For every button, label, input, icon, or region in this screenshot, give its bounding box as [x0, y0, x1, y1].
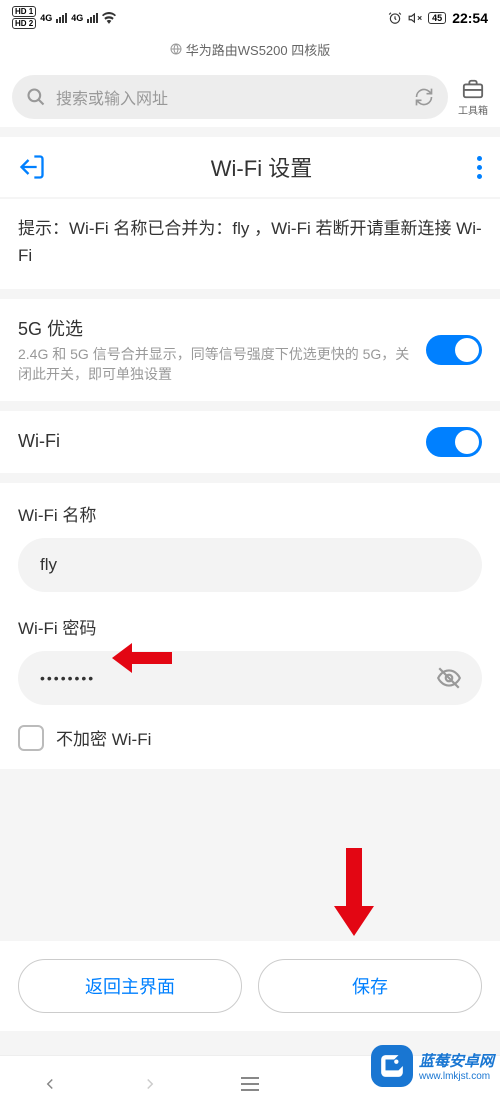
alarm-icon	[388, 11, 402, 25]
toggle-5g[interactable]	[426, 335, 482, 365]
hd-badge-1: HD 1	[12, 6, 36, 17]
checkbox-no-encrypt[interactable]	[18, 725, 44, 751]
search-placeholder: 搜索或输入网址	[56, 85, 168, 109]
search-icon	[26, 87, 46, 107]
wifi-form: Wi-Fi 名称 fly Wi-Fi 密码 •••••••• 不加密 Wi-Fi	[0, 483, 500, 769]
no-encrypt-row[interactable]: 不加密 Wi-Fi	[18, 725, 482, 751]
nav-back-icon[interactable]	[41, 1075, 59, 1093]
action-buttons: 返回主界面 保存	[0, 941, 500, 1031]
watermark-url: www.lmkjst.com	[419, 1071, 494, 1082]
toolbox-button[interactable]: 工具箱	[458, 78, 488, 117]
eye-off-icon[interactable]	[436, 665, 462, 691]
nav-menu-icon[interactable]	[241, 1077, 259, 1091]
nav-forward-icon[interactable]	[141, 1075, 159, 1093]
watermark: 蓝莓安卓网 www.lmkjst.com	[371, 1045, 494, 1087]
network-1: 4G	[40, 13, 52, 23]
status-bar: HD 1 HD 2 4G 4G 45 22:54	[0, 0, 500, 35]
mute-icon	[408, 11, 422, 25]
setting-5g-desc: 2.4G 和 5G 信号合并显示，同等信号强度下优选更快的 5G，关闭此开关，即…	[18, 345, 414, 384]
wifi-name-label: Wi-Fi 名称	[18, 501, 482, 526]
app-header: Wi-Fi 设置	[0, 137, 500, 197]
signal-icon	[56, 13, 67, 23]
menu-dots-icon[interactable]	[477, 156, 482, 179]
watermark-title: 蓝莓安卓网	[419, 1050, 494, 1071]
page-url-title: 华为路由WS5200 四核版	[0, 35, 500, 67]
wifi-name-input[interactable]: fly	[18, 538, 482, 592]
back-button[interactable]: 返回主界面	[18, 959, 242, 1013]
network-2: 4G	[71, 13, 83, 23]
refresh-icon[interactable]	[414, 87, 434, 107]
status-right: 45 22:54	[388, 10, 488, 26]
browser-toolbar: 搜索或输入网址 工具箱	[0, 67, 500, 127]
clock: 22:54	[452, 10, 488, 26]
annotation-arrow-password	[112, 640, 172, 676]
hint-message: 提示：Wi-Fi 名称已合并为：fly ，Wi-Fi 若断开请重新连接 Wi-F…	[0, 199, 500, 289]
setting-wifi: Wi-Fi	[0, 411, 500, 473]
exit-icon[interactable]	[18, 153, 46, 181]
setting-5g-title: 5G 优选	[18, 315, 414, 341]
battery-indicator: 45	[428, 12, 446, 24]
toolbox-icon	[461, 78, 485, 100]
hd-badge-2: HD 2	[12, 18, 36, 29]
wifi-password-input[interactable]: ••••••••	[18, 651, 482, 705]
watermark-icon	[371, 1045, 413, 1087]
signal-icon-2	[87, 13, 98, 23]
annotation-arrow-save	[332, 848, 376, 936]
wifi-toggle-label: Wi-Fi	[18, 431, 60, 452]
toggle-wifi[interactable]	[426, 427, 482, 457]
no-encrypt-label: 不加密 Wi-Fi	[56, 725, 151, 750]
setting-5g-pref: 5G 优选 2.4G 和 5G 信号合并显示，同等信号强度下优选更快的 5G，关…	[0, 299, 500, 400]
wifi-password-label: Wi-Fi 密码	[18, 614, 482, 639]
wifi-icon	[102, 12, 116, 24]
save-button[interactable]: 保存	[258, 959, 482, 1013]
page-title: Wi-Fi 设置	[211, 151, 312, 183]
status-left: HD 1 HD 2 4G 4G	[12, 6, 116, 29]
globe-icon	[170, 43, 182, 55]
search-input[interactable]: 搜索或输入网址	[12, 75, 448, 119]
